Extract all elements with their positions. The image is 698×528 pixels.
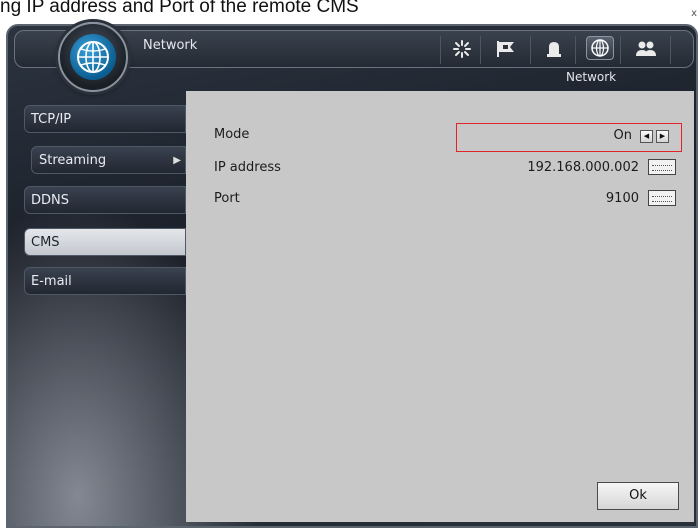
sidebar-item-streaming[interactable]: Streaming ▶: [31, 146, 186, 174]
port-value[interactable]: 9100: [580, 191, 639, 206]
submenu-arrow-icon: ▶: [173, 155, 181, 166]
sidebar-item-email[interactable]: E-mail: [24, 267, 186, 295]
mode-prev-button[interactable]: ◀: [640, 130, 653, 143]
instruction-caption: ng IP address and Port of the remote CMS: [0, 0, 359, 17]
toolbar-divider: [530, 36, 531, 64]
sidebar-item-label: DDNS: [31, 193, 69, 208]
sidebar-item-ddns[interactable]: DDNS: [24, 186, 186, 214]
sidebar-item-label: TCP/IP: [31, 112, 72, 127]
sidebar-item-label: CMS: [31, 235, 60, 250]
ip-address-value[interactable]: 192.168.000.002: [500, 160, 639, 175]
ip-keyboard-button[interactable]: [648, 159, 676, 175]
sidebar-item-cms[interactable]: CMS: [24, 228, 186, 256]
alarm-icon[interactable]: [540, 37, 568, 61]
ok-button[interactable]: Ok: [597, 482, 679, 510]
sidebar-item-tcpip[interactable]: TCP/IP: [24, 105, 186, 133]
network-badge-icon: [58, 22, 128, 92]
setup-icon[interactable]: [448, 37, 476, 61]
mode-next-button[interactable]: ▶: [656, 130, 669, 143]
sidebar-item-label: E-mail: [31, 274, 72, 289]
keyboard-icon: [652, 165, 672, 171]
window-title: Network: [143, 38, 198, 53]
mode-label: Mode: [214, 127, 250, 142]
keyboard-icon: [652, 196, 672, 202]
toolbar-divider: [575, 36, 576, 64]
event-flag-icon[interactable]: [492, 37, 520, 61]
toolbar-divider: [620, 36, 621, 64]
toolbar-divider: [670, 36, 671, 64]
mode-value: On: [613, 128, 632, 143]
port-label: Port: [214, 191, 240, 206]
toolbar-divider: [480, 36, 481, 64]
users-icon[interactable]: [632, 37, 660, 61]
sidebar-item-label: Streaming: [39, 153, 107, 168]
port-keyboard-button[interactable]: [648, 190, 676, 206]
network-globe-icon[interactable]: [586, 36, 614, 60]
ip-address-label: IP address: [214, 160, 281, 175]
cms-settings-panel: [186, 91, 694, 522]
section-subtitle: Network: [566, 70, 617, 84]
close-icon[interactable]: x: [691, 8, 697, 19]
toolbar-divider: [440, 36, 441, 64]
